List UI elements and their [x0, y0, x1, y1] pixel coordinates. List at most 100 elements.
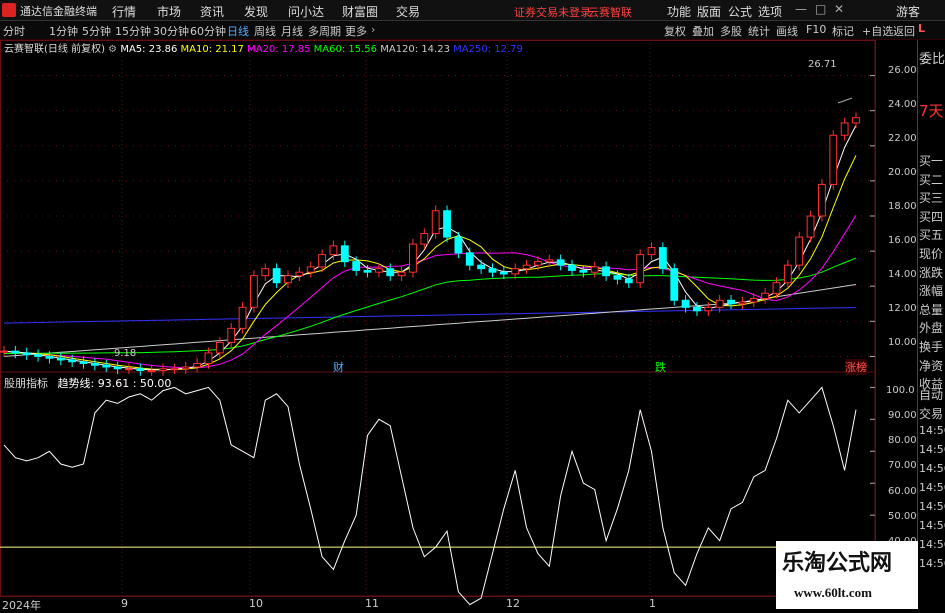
candle-body: [318, 254, 326, 268]
candle-body: [818, 183, 826, 217]
candle: [806, 210, 815, 243]
candle: [204, 347, 213, 369]
candle-body: [397, 271, 406, 277]
maximize-icon[interactable]: □: [815, 2, 826, 16]
candle-body: [738, 301, 747, 305]
overlay-button[interactable]: 叠加: [692, 23, 714, 39]
menu-options[interactable]: 选项: [758, 3, 782, 20]
menu-layout[interactable]: 版面: [697, 3, 721, 20]
candle-body: [590, 266, 599, 273]
candle-body: [306, 266, 315, 273]
candle: [624, 273, 633, 288]
candle: [511, 263, 520, 280]
tab-intraday[interactable]: 分时: [3, 23, 25, 39]
candle-body: [238, 306, 247, 329]
candle: [261, 263, 270, 281]
add-watchlist-button[interactable]: +自选: [862, 23, 893, 39]
tab-60min[interactable]: 60分钟: [190, 23, 226, 39]
candle: [340, 240, 349, 267]
marker-top-gainers[interactable]: 涨榜: [845, 359, 867, 375]
candle: [465, 247, 474, 271]
candle-body: [511, 268, 520, 275]
tab-15min[interactable]: 15分钟: [115, 23, 151, 39]
candle: [22, 347, 31, 360]
ma5-line: [3, 125, 857, 371]
candle-body: [443, 210, 451, 238]
candle: [852, 112, 860, 129]
menu-quotes[interactable]: 行情: [112, 3, 136, 20]
menu-discover[interactable]: 发现: [244, 3, 268, 20]
candle-body: [170, 368, 179, 371]
watermark: 乐淘公式网 www.60lt.com: [776, 541, 918, 609]
tick-time: 14:56: [919, 481, 945, 494]
menu-news[interactable]: 资讯: [200, 3, 224, 20]
kline-chart[interactable]: [0, 40, 917, 609]
candle-body: [295, 271, 304, 277]
candle: [34, 349, 42, 362]
multi-stock-button[interactable]: 多股: [720, 23, 742, 39]
tab-weekly[interactable]: 周线: [254, 23, 276, 39]
candle-body: [363, 269, 372, 273]
menu-function[interactable]: 功能: [667, 3, 691, 20]
close-icon[interactable]: ✕: [834, 2, 844, 16]
price-tick: 12.00: [888, 303, 917, 314]
date-label: 10: [249, 597, 263, 610]
tab-monthly[interactable]: 月线: [281, 23, 303, 39]
marker-drop[interactable]: 跌: [655, 359, 666, 375]
settings-icon[interactable]: ⚙: [108, 44, 117, 55]
candle-body: [352, 261, 361, 271]
guest-label[interactable]: 游客: [896, 3, 920, 20]
candle-body: [852, 117, 860, 124]
candle: [159, 363, 167, 376]
draw-line-button[interactable]: 画线: [776, 23, 798, 39]
candle: [136, 363, 145, 376]
tab-30min[interactable]: 30分钟: [153, 23, 189, 39]
candle-body: [284, 275, 292, 284]
ma120-label: MA120: 14.23: [380, 44, 450, 55]
back-button[interactable]: 返回: [893, 23, 915, 39]
candle-body: [420, 233, 429, 245]
minimize-icon[interactable]: —: [795, 2, 807, 16]
statistics-button[interactable]: 统计: [748, 23, 770, 39]
candle-body: [681, 299, 690, 308]
chevron-right-icon[interactable]: ›: [371, 23, 375, 36]
ma5-label: MA5: 23.86: [120, 44, 178, 55]
mark-button[interactable]: 标记: [832, 23, 854, 39]
candle: [795, 231, 804, 271]
indicator-tick: 80.00: [888, 435, 917, 446]
candle-body: [45, 355, 54, 359]
auto-trade-label[interactable]: 交易: [919, 405, 943, 422]
candle-body: [693, 306, 701, 312]
login-warning[interactable]: 证券交易未登录: [514, 4, 591, 20]
menu-market[interactable]: 市场: [157, 3, 181, 20]
menu-trade[interactable]: 交易: [396, 3, 420, 20]
date-label: 2024年: [2, 599, 41, 612]
candle: [829, 129, 838, 190]
tab-1min[interactable]: 1分钟: [49, 23, 78, 39]
seven-day-label: 7天: [919, 102, 944, 120]
candle-body: [193, 362, 202, 368]
sidebar-label: 涨幅: [919, 284, 944, 299]
restore-rights-button[interactable]: 复权: [664, 23, 686, 39]
high-price-label: 26.71: [808, 59, 837, 70]
ma10-line: [3, 155, 857, 370]
candle-body: [783, 264, 792, 284]
candle-body: [761, 292, 770, 300]
tab-more[interactable]: 更多: [345, 23, 367, 39]
indicator-name[interactable]: 股朋指标: [4, 377, 48, 390]
candle-body: [147, 369, 156, 372]
date-label: 1: [649, 597, 656, 610]
tab-daily[interactable]: 日线: [227, 23, 249, 39]
current-stock-name: 云赛智联: [588, 6, 632, 19]
auto-trade-label[interactable]: 自动: [919, 386, 943, 403]
marker-finance[interactable]: 财: [333, 359, 344, 375]
menu-formula[interactable]: 公式: [728, 3, 752, 20]
menu-wealth[interactable]: 财富圈: [342, 3, 378, 20]
indicator-tick: 60.00: [888, 486, 917, 497]
tab-5min[interactable]: 5分钟: [82, 23, 111, 39]
candle-body: [727, 299, 735, 305]
menu-ask[interactable]: 问小达: [288, 3, 324, 20]
f10-button[interactable]: F10: [806, 23, 826, 36]
tab-multi-period[interactable]: 多周期: [308, 23, 341, 39]
candle: [11, 345, 20, 359]
